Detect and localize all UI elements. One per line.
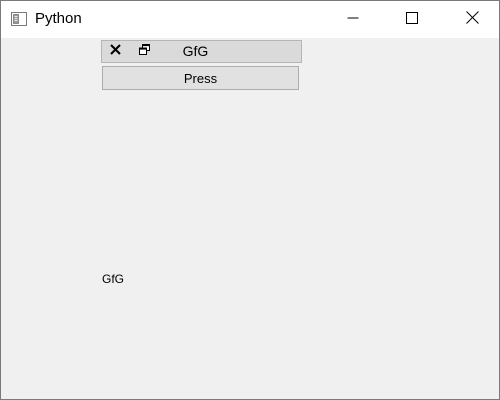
python-app-icon bbox=[11, 12, 27, 26]
window-client-area: GfG Press GfG bbox=[1, 38, 499, 399]
dock-close-button[interactable] bbox=[108, 44, 122, 58]
close-window-button[interactable] bbox=[449, 1, 495, 38]
window-title: Python bbox=[35, 10, 82, 27]
dock-float-button[interactable] bbox=[137, 44, 151, 58]
float-icon bbox=[138, 42, 150, 60]
press-button[interactable]: Press bbox=[102, 66, 299, 90]
minimize-icon bbox=[347, 11, 359, 29]
main-window: Python GfG Press GfG bbox=[0, 0, 500, 400]
close-icon bbox=[109, 42, 121, 60]
dock-title-text: GfG bbox=[182, 43, 209, 59]
dock-widget-title-bar[interactable]: GfG bbox=[101, 40, 302, 63]
maximize-button[interactable] bbox=[389, 1, 435, 38]
minimize-button[interactable] bbox=[330, 1, 376, 38]
gfg-label: GfG bbox=[102, 272, 125, 286]
maximize-icon bbox=[406, 11, 418, 29]
close-icon bbox=[465, 10, 479, 29]
title-bar[interactable]: Python bbox=[1, 1, 499, 38]
